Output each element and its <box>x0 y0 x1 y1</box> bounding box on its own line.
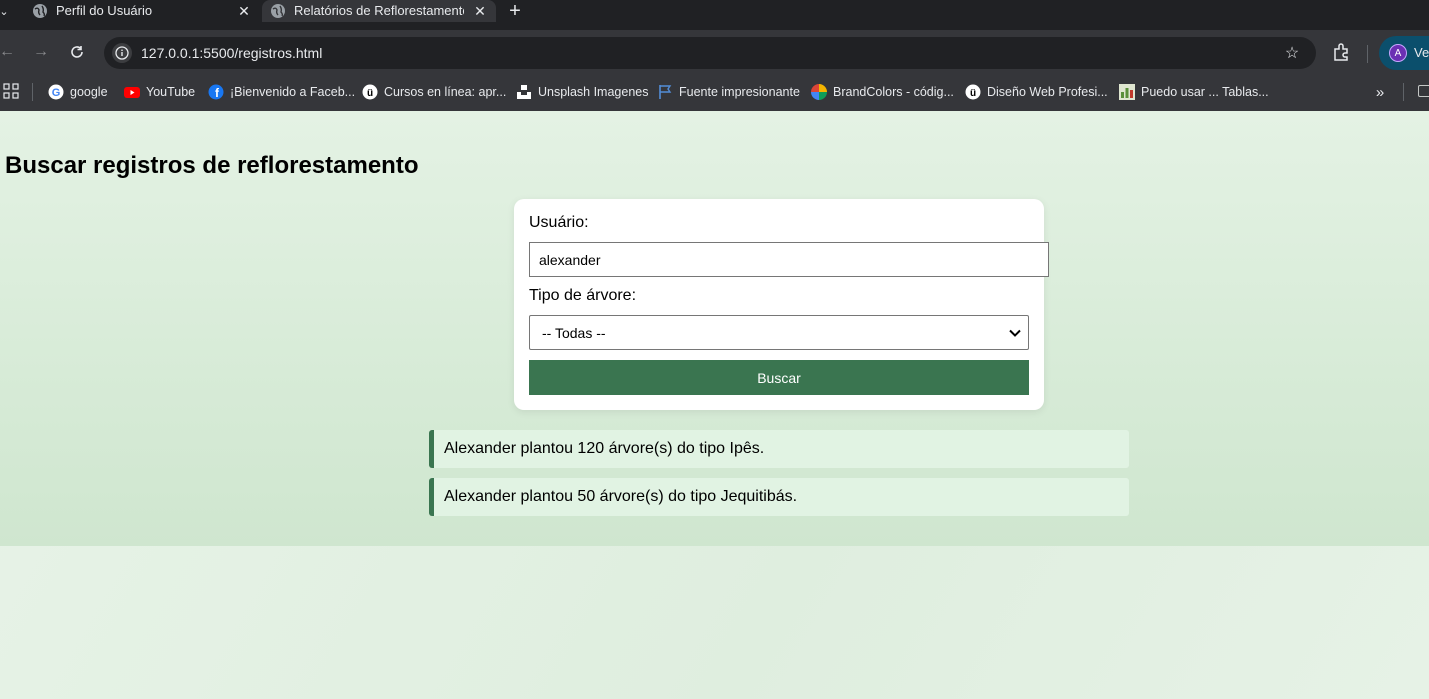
more-bookmarks-chevron-icon[interactable]: » <box>1370 82 1390 102</box>
tab-perfil-usuario[interactable]: Perfil do Usuário ✕ <box>20 0 260 22</box>
bookmarks-bar: G google YouTube f ¡Bienvenido a Faceb..… <box>0 76 1429 111</box>
chevron-down-icon <box>1009 329 1021 337</box>
page-viewport: Buscar registros de reflorestamento Usuá… <box>0 111 1429 699</box>
reload-icon[interactable] <box>66 41 88 63</box>
bookmark-label: Unsplash Imagenes <box>538 85 649 99</box>
globe-icon <box>33 4 47 18</box>
bookmark-label: google <box>70 85 108 99</box>
toolbar-divider <box>1367 45 1368 63</box>
bookmark-facebook[interactable]: f ¡Bienvenido a Faceb... <box>208 82 355 102</box>
svg-text:ü: ü <box>367 88 373 99</box>
caniuse-icon <box>1119 84 1135 100</box>
bookmark-label: Puedo usar ... Tablas... <box>1141 85 1269 99</box>
svg-text:G: G <box>52 87 61 99</box>
tab-search-chevron-icon[interactable]: ⌄ <box>0 0 12 22</box>
bookmark-udemy-cursos[interactable]: ü Cursos en línea: apr... <box>362 82 506 102</box>
search-button[interactable]: Buscar <box>529 360 1029 395</box>
search-form-card: Usuário: Tipo de árvore: -- Todas -- Bus… <box>514 199 1049 410</box>
result-item: Alexander plantou 120 árvore(s) do tipo … <box>429 430 1129 468</box>
bookmark-fontawesome[interactable]: Fuente impresionante <box>657 82 800 102</box>
tab-relatorios[interactable]: Relatórios de Reflorestamento ✕ <box>262 0 496 22</box>
user-label: Usuário: <box>529 214 589 231</box>
extensions-icon[interactable] <box>1331 41 1353 63</box>
url-text: 127.0.0.1:5500/registros.html <box>141 45 323 61</box>
facebook-icon: f <box>208 84 224 100</box>
result-item: Alexander plantou 50 árvore(s) do tipo J… <box>429 478 1129 516</box>
site-info-icon[interactable] <box>112 43 132 63</box>
bookmark-youtube[interactable]: YouTube <box>124 82 195 102</box>
globe-icon <box>271 4 285 18</box>
new-tab-button[interactable]: + <box>504 0 526 22</box>
page-body: Buscar registros de reflorestamento Usuá… <box>0 111 1429 546</box>
tab-title: Perfil do Usuário <box>56 3 153 18</box>
udemy-icon: ü <box>965 84 981 100</box>
profile-button[interactable]: A Ve <box>1379 36 1429 70</box>
close-icon[interactable]: ✕ <box>472 3 488 19</box>
profile-label: Ve <box>1414 45 1429 60</box>
bookmark-unsplash[interactable]: Unsplash Imagenes <box>516 82 648 102</box>
bookmark-label: BrandColors - códig... <box>833 85 954 99</box>
google-icon: G <box>48 84 64 100</box>
tree-type-label: Tipo de árvore: <box>529 287 637 304</box>
svg-text:ü: ü <box>970 88 976 99</box>
flag-icon <box>657 84 673 100</box>
tab-strip: ⌄ Perfil do Usuário ✕ Relatórios de Refl… <box>0 0 1429 30</box>
bookmarks-divider <box>1403 83 1404 101</box>
tree-type-select[interactable]: -- Todas -- <box>529 315 1029 350</box>
page-title: Buscar registros de reflorestamento <box>5 152 419 179</box>
bookmark-star-icon[interactable]: ☆ <box>1282 43 1302 63</box>
bookmark-label: Fuente impresionante <box>679 85 800 99</box>
address-bar[interactable]: 127.0.0.1:5500/registros.html ☆ <box>104 37 1316 69</box>
bookmark-label: ¡Bienvenido a Faceb... <box>230 85 356 99</box>
forward-arrow-icon[interactable]: → <box>30 41 52 63</box>
bookmark-google[interactable]: G google <box>48 82 108 102</box>
tab-title: Relatórios de Reflorestamento <box>294 3 464 18</box>
close-icon[interactable]: ✕ <box>236 3 252 19</box>
youtube-icon <box>124 84 140 100</box>
bookmarks-divider <box>32 83 33 101</box>
bookmark-caniuse[interactable]: Puedo usar ... Tablas... <box>1119 82 1269 102</box>
avatar: A <box>1389 44 1407 62</box>
apps-grid-icon[interactable] <box>3 83 19 99</box>
folder-icon[interactable] <box>1418 85 1429 97</box>
bookmark-label: Cursos en línea: apr... <box>384 85 507 99</box>
bookmark-udemy-diseno[interactable]: ü Diseño Web Profesi... <box>965 82 1108 102</box>
brandcolors-icon <box>811 84 827 100</box>
bookmark-brandcolors[interactable]: BrandColors - códig... <box>811 82 954 102</box>
bookmark-label: Diseño Web Profesi... <box>987 85 1108 99</box>
udemy-icon: ü <box>362 84 378 100</box>
user-input[interactable] <box>529 242 1049 277</box>
browser-toolbar: ← → 127.0.0.1:5500/registros.html ☆ A Ve <box>0 30 1429 76</box>
unsplash-icon <box>516 84 532 100</box>
tree-type-selected: -- Todas -- <box>542 324 606 341</box>
back-arrow-icon[interactable]: ← <box>0 41 18 63</box>
bookmark-label: YouTube <box>146 85 196 99</box>
